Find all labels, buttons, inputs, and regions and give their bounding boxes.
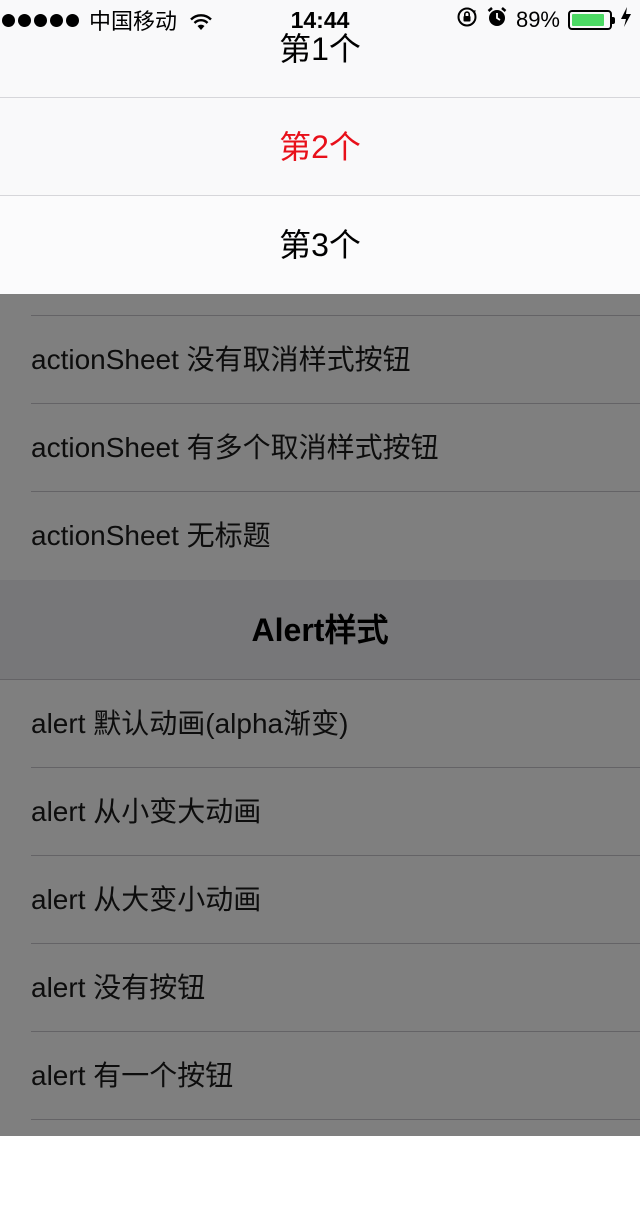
battery-icon [568,10,615,30]
status-bar: 中国移动 14:44 89% [0,0,640,40]
charging-icon [620,6,632,34]
sheet-option-label: 第2个 [279,129,361,165]
action-sheet: 第1个 第2个 第3个 [0,0,640,294]
sheet-option-label: 第3个 [279,227,361,263]
battery-percent: 89% [515,7,560,32]
rotation-lock-icon [456,6,478,34]
sheet-option-3[interactable]: 第3个 [0,196,640,294]
sheet-option-2[interactable]: 第2个 [0,98,640,196]
alarm-icon [486,6,508,34]
battery-fill [572,14,605,26]
